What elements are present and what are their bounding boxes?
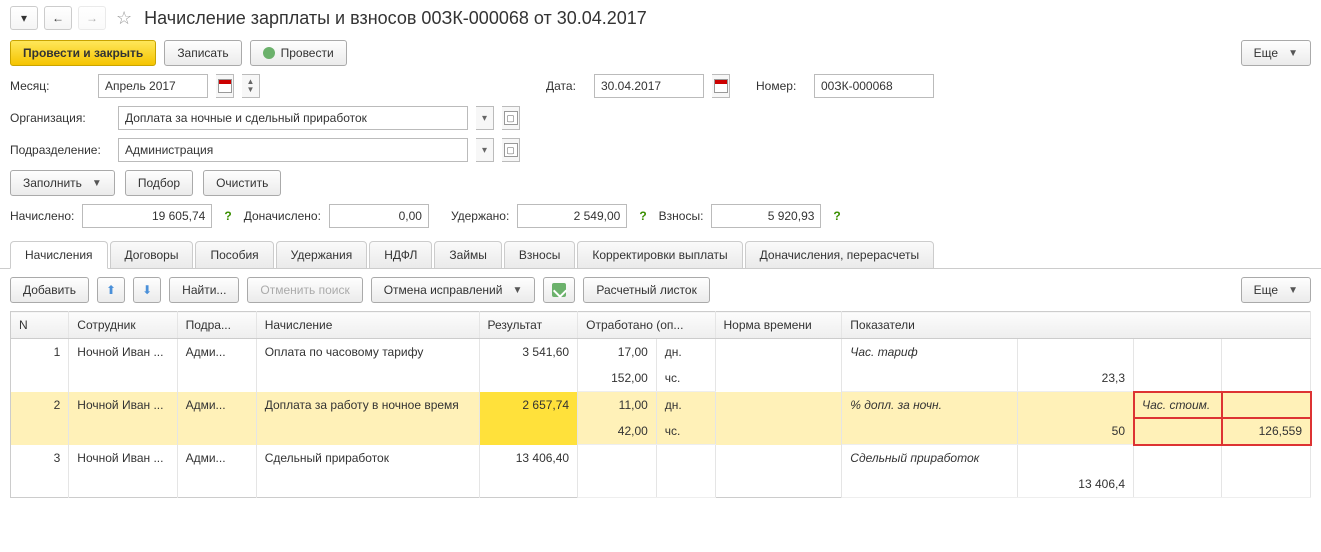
tab-contracts[interactable]: Договоры bbox=[110, 241, 194, 269]
chevron-down-icon: ▼ bbox=[1288, 48, 1298, 59]
clear-label: Очистить bbox=[216, 176, 268, 190]
post-button[interactable]: Провести bbox=[250, 40, 347, 66]
payslip-button[interactable]: Расчетный листок bbox=[583, 277, 709, 303]
dropdown-menu-button[interactable]: ▾ bbox=[10, 6, 38, 30]
contributions-help-icon[interactable]: ? bbox=[833, 209, 840, 223]
org-open-button[interactable]: ▢ bbox=[502, 106, 520, 130]
more-button[interactable]: Еще ▼ bbox=[1241, 40, 1311, 66]
table-row[interactable]: 3 Ночной Иван ... Адми... Сдельный прира… bbox=[11, 445, 1311, 472]
tab-withholdings[interactable]: Удержания bbox=[276, 241, 368, 269]
col-result[interactable]: Результат bbox=[479, 312, 578, 339]
cancel-corrections-label: Отмена исправлений bbox=[384, 283, 503, 297]
post-icon bbox=[263, 47, 275, 59]
cancel-search-label: Отменить поиск bbox=[260, 283, 349, 297]
sub-more-button[interactable]: Еще ▼ bbox=[1241, 277, 1311, 303]
cancel-corrections-button[interactable]: Отмена исправлений ▼ bbox=[371, 277, 536, 303]
accrued-label: Начислено: bbox=[10, 209, 74, 223]
tab-contributions[interactable]: Взносы bbox=[504, 241, 575, 269]
move-down-button[interactable]: ⬇ bbox=[133, 277, 161, 303]
withheld-help-icon[interactable]: ? bbox=[639, 209, 646, 223]
tab-benefits[interactable]: Пособия bbox=[195, 241, 273, 269]
expand-icon: ▢ bbox=[504, 111, 518, 125]
fill-button[interactable]: Заполнить ▼ bbox=[10, 170, 115, 196]
post-and-close-label: Провести и закрыть bbox=[23, 46, 143, 60]
pick-button[interactable]: Подбор bbox=[125, 170, 193, 196]
arrow-down-icon: ⬇ bbox=[142, 283, 152, 297]
accruals-table[interactable]: N Сотрудник Подра... Начисление Результа… bbox=[10, 311, 1311, 498]
post-and-close-button[interactable]: Провести и закрыть bbox=[10, 40, 156, 66]
tab-additional-recalc[interactable]: Доначисления, перерасчеты bbox=[745, 241, 934, 269]
arrow-up-icon: ⬆ bbox=[106, 283, 116, 297]
more-label: Еще bbox=[1254, 46, 1278, 60]
move-up-button[interactable]: ⬆ bbox=[97, 277, 125, 303]
additional-value[interactable]: 0,00 bbox=[329, 204, 429, 228]
fill-label: Заполнить bbox=[23, 176, 82, 190]
forward-button[interactable]: → bbox=[78, 6, 106, 30]
find-label: Найти... bbox=[182, 283, 226, 297]
dept-open-button[interactable]: ▢ bbox=[502, 138, 520, 162]
page-title: Начисление зарплаты и взносов 00ЗК-00006… bbox=[144, 8, 647, 29]
save-button[interactable]: Записать bbox=[164, 40, 241, 66]
month-calendar-button[interactable] bbox=[216, 74, 234, 98]
add-row-label: Добавить bbox=[23, 283, 76, 297]
result-active-cell[interactable]: 2 657,74 bbox=[479, 392, 578, 445]
month-spinner[interactable]: ▲▼ bbox=[242, 74, 260, 98]
sub-more-label: Еще bbox=[1254, 283, 1278, 297]
additional-label: Доначислено: bbox=[244, 209, 321, 223]
post-label: Провести bbox=[281, 46, 334, 60]
table-row[interactable]: 2 Ночной Иван ... Адми... Доплата за раб… bbox=[11, 392, 1311, 419]
pick-label: Подбор bbox=[138, 176, 180, 190]
col-accrual[interactable]: Начисление bbox=[256, 312, 479, 339]
col-norm[interactable]: Норма времени bbox=[715, 312, 842, 339]
dept-label: Подразделение: bbox=[10, 143, 110, 157]
col-worked[interactable]: Отработано (оп... bbox=[578, 312, 715, 339]
chevron-down-icon: ▼ bbox=[512, 285, 522, 296]
tab-payment-corrections[interactable]: Корректировки выплаты bbox=[577, 241, 742, 269]
withheld-label: Удержано: bbox=[451, 209, 509, 223]
col-employee[interactable]: Сотрудник bbox=[69, 312, 177, 339]
org-field[interactable]: Доплата за ночные и сдельный приработок bbox=[118, 106, 468, 130]
clear-button[interactable]: Очистить bbox=[203, 170, 281, 196]
payslip-label: Расчетный листок bbox=[596, 283, 696, 297]
chevron-down-icon: ▼ bbox=[92, 178, 102, 189]
tab-ndfl[interactable]: НДФЛ bbox=[369, 241, 432, 269]
dept-field[interactable]: Администрация bbox=[118, 138, 468, 162]
contributions-label: Взносы: bbox=[659, 209, 704, 223]
accrued-help-icon[interactable]: ? bbox=[224, 209, 231, 223]
col-dept[interactable]: Подра... bbox=[177, 312, 256, 339]
add-row-button[interactable]: Добавить bbox=[10, 277, 89, 303]
number-label: Номер: bbox=[756, 79, 806, 93]
number-field[interactable]: 00ЗК-000068 bbox=[814, 74, 934, 98]
list-view-button[interactable] bbox=[543, 277, 575, 303]
tab-accruals[interactable]: Начисления bbox=[10, 241, 108, 269]
list-icon bbox=[552, 283, 566, 297]
favorite-star-icon[interactable]: ☆ bbox=[116, 8, 132, 29]
find-button[interactable]: Найти... bbox=[169, 277, 239, 303]
date-label: Дата: bbox=[546, 79, 586, 93]
org-label: Организация: bbox=[10, 111, 110, 125]
back-button[interactable]: ← bbox=[44, 6, 72, 30]
month-field[interactable]: Апрель 2017 bbox=[98, 74, 208, 98]
save-label: Записать bbox=[177, 46, 228, 60]
col-n[interactable]: N bbox=[11, 312, 69, 339]
dept-dropdown-button[interactable]: ▾ bbox=[476, 138, 494, 162]
contributions-value[interactable]: 5 920,93 bbox=[711, 204, 821, 228]
accrued-value[interactable]: 19 605,74 bbox=[82, 204, 212, 228]
calendar-icon bbox=[218, 79, 232, 93]
withheld-value[interactable]: 2 549,00 bbox=[517, 204, 627, 228]
cancel-search-button[interactable]: Отменить поиск bbox=[247, 277, 362, 303]
month-label: Месяц: bbox=[10, 79, 90, 93]
indicator2-name-highlighted: Час. стоим. bbox=[1134, 392, 1222, 419]
chevron-down-icon: ▼ bbox=[1288, 285, 1298, 296]
expand-icon: ▢ bbox=[504, 143, 518, 157]
col-indicators[interactable]: Показатели bbox=[842, 312, 1311, 339]
date-calendar-button[interactable] bbox=[712, 74, 730, 98]
calendar-icon bbox=[714, 79, 728, 93]
table-row[interactable]: 1 Ночной Иван ... Адми... Оплата по часо… bbox=[11, 339, 1311, 366]
org-dropdown-button[interactable]: ▾ bbox=[476, 106, 494, 130]
tab-loans[interactable]: Займы bbox=[434, 241, 502, 269]
indicator2-value-highlighted: 126,559 bbox=[1222, 418, 1311, 445]
date-field[interactable]: 30.04.2017 bbox=[594, 74, 704, 98]
